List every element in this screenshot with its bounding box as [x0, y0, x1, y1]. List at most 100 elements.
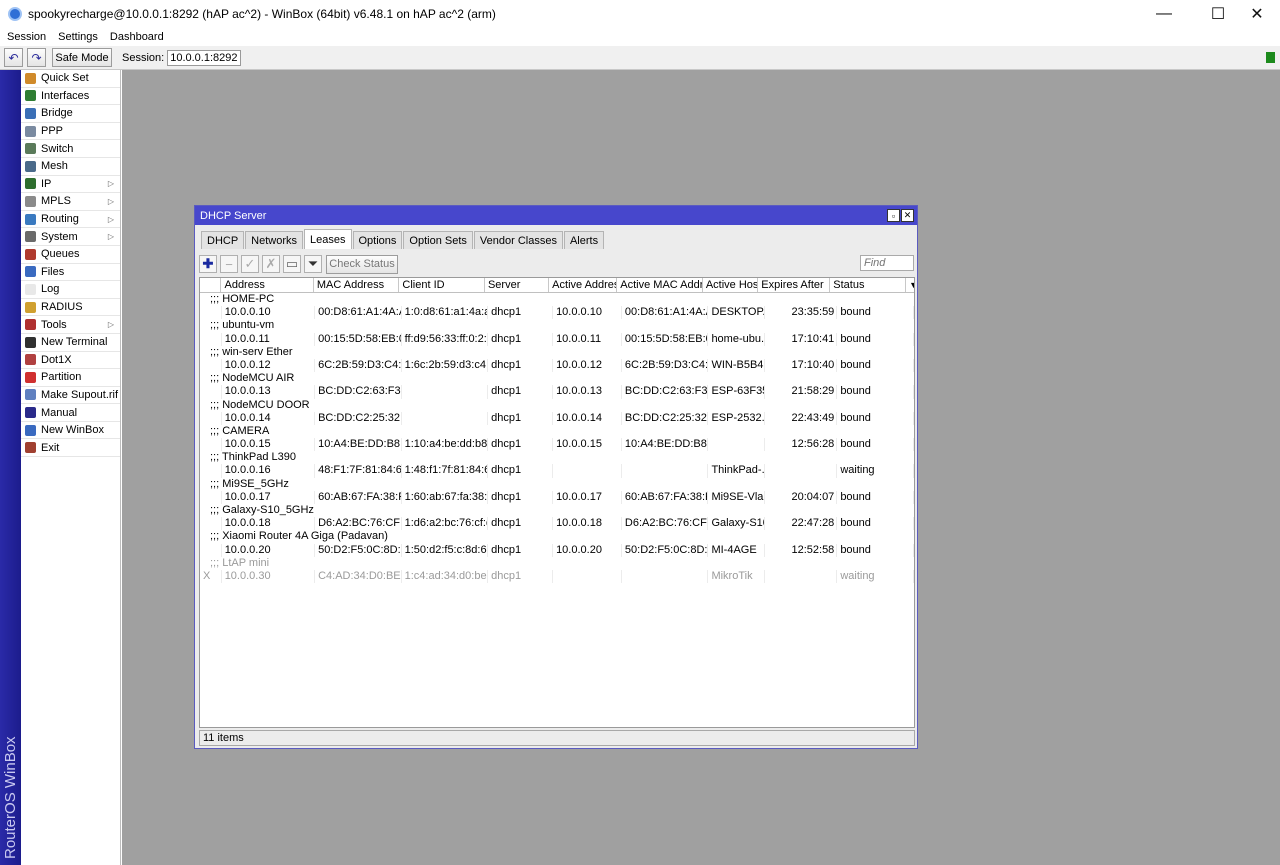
cell-active-address: 10.0.0.13 [553, 385, 622, 399]
lease-comment[interactable]: ;;; Mi9SE_5GHz [200, 478, 914, 491]
cell-active-address: 10.0.0.18 [553, 517, 622, 531]
lease-flag [200, 490, 222, 504]
menu-dashboard[interactable]: Dashboard [110, 31, 164, 43]
column-header[interactable]: Address [221, 278, 314, 292]
sidebar-item-tools[interactable]: Tools ▷ [21, 316, 120, 334]
restore-icon[interactable]: ▫ [887, 209, 900, 222]
tab-dhcp[interactable]: DHCP [201, 231, 245, 249]
cell-expires [765, 464, 838, 478]
column-header[interactable]: MAC Address [314, 278, 400, 292]
lease-comment[interactable]: ;;; HOME-PC [200, 293, 914, 306]
table-row[interactable]: 10.0.0.14BC:DD:C2:25:32:E4dhcp110.0.0.14… [200, 411, 914, 425]
find-input[interactable] [860, 255, 914, 271]
column-header[interactable]: Status [830, 278, 907, 292]
sidebar-item-quick-set[interactable]: Quick Set [21, 70, 120, 88]
comment-button[interactable]: ▭ [283, 255, 301, 273]
sidebar-item-mpls[interactable]: MPLS ▷ [21, 193, 120, 211]
lease-comment[interactable]: ;;; CAMERA [200, 425, 914, 438]
table-row[interactable]: 10.0.0.18D6:A2:BC:76:CF:...1:d6:a2:bc:76… [200, 517, 914, 531]
sidebar-item-partition[interactable]: Partition [21, 369, 120, 387]
sidebar-item-make-supout-rif[interactable]: Make Supout.rif [21, 387, 120, 405]
lease-comment[interactable]: ;;; win-serv Ether [200, 346, 914, 359]
lease-comment[interactable]: ;;; Xiaomi Router 4A Giga (Padavan) [200, 530, 914, 543]
sidebar-item-interfaces[interactable]: Interfaces [21, 88, 120, 106]
enable-lease-button[interactable]: ✓ [241, 255, 259, 273]
cell-client-id: 1:0:d8:61:a1:4a:ad [402, 306, 489, 320]
lease-comment[interactable]: ;;; NodeMCU DOOR [200, 399, 914, 412]
lease-comment[interactable]: ;;; Galaxy-S10_5GHz [200, 504, 914, 517]
column-header[interactable]: Expires After [758, 278, 831, 292]
sidebar-item-files[interactable]: Files [21, 264, 120, 282]
tab-option-sets[interactable]: Option Sets [403, 231, 473, 249]
menu-settings[interactable]: Settings [58, 31, 98, 43]
close-icon[interactable]: ✕ [901, 209, 914, 222]
table-row[interactable]: 10.0.0.13BC:DD:C2:63:F3:55dhcp110.0.0.13… [200, 385, 914, 399]
lease-comment[interactable]: ;;; ThinkPad L390 [200, 451, 914, 464]
sidebar-item-queues[interactable]: Queues [21, 246, 120, 264]
column-header[interactable]: Active Address [549, 278, 618, 292]
cell-server: dhcp1 [488, 569, 554, 584]
redo-button[interactable]: ↷ [27, 48, 46, 67]
table-row[interactable]: X10.0.0.30C4:AD:34:D0:BE:951:c4:ad:34:d0… [200, 569, 914, 584]
close-button[interactable]: ✕ [1234, 0, 1280, 28]
sidebar-item-bridge[interactable]: Bridge [21, 105, 120, 123]
menu-bar: Session Settings Dashboard [0, 28, 1280, 46]
column-header[interactable]: Client ID [399, 278, 485, 292]
tab-leases[interactable]: Leases [304, 229, 352, 249]
sidebar-item-manual[interactable]: Manual [21, 404, 120, 422]
routing-icon [25, 213, 36, 225]
column-header[interactable]: Active Hos... [703, 278, 759, 292]
lease-comment[interactable]: ;;; LtAP mini [200, 557, 914, 570]
table-row[interactable]: 10.0.0.1100:15:5D:58:EB:00ff:d9:56:33:ff… [200, 332, 914, 346]
minimize-button[interactable]: — [1141, 0, 1187, 28]
lease-comment[interactable]: ;;; ubuntu-vm [200, 319, 914, 332]
table-row[interactable]: 10.0.0.2050:D2:F5:0C:8D:6C1:50:d2:f5:c:8… [200, 543, 914, 557]
sidebar-item-ppp[interactable]: PPP [21, 123, 120, 141]
filter-button[interactable]: ⏷ [304, 255, 322, 273]
sidebar-item-dot1x[interactable]: Dot1X [21, 352, 120, 370]
sidebar-menu: Quick Set Interfaces Bridge PPP Switch Mesh IP… [21, 70, 121, 865]
remove-lease-button[interactable]: − [220, 255, 238, 273]
disable-lease-button[interactable]: ✗ [262, 255, 280, 273]
cell-status: bound [837, 490, 914, 504]
column-header[interactable]: Server [485, 278, 550, 292]
sidebar-item-log[interactable]: Log [21, 281, 120, 299]
sidebar-item-new-winbox[interactable]: New WinBox [21, 422, 120, 440]
interfaces-icon [25, 90, 36, 102]
sidebar-item-routing[interactable]: Routing ▷ [21, 211, 120, 229]
undo-button[interactable]: ↶ [4, 48, 23, 67]
cell-status: bound [837, 411, 914, 425]
cell-active-host: ESP-2532... [708, 411, 765, 425]
lease-flag [200, 332, 222, 346]
submenu-arrow-icon: ▷ [107, 232, 114, 242]
sidebar-item-ip[interactable]: IP ▷ [21, 176, 120, 194]
menu-session[interactable]: Session [7, 31, 46, 43]
lease-comment[interactable]: ;;; NodeMCU AIR [200, 372, 914, 385]
sidebar-item-mesh[interactable]: Mesh [21, 158, 120, 176]
cell-status: bound [837, 385, 914, 399]
tab-options[interactable]: Options [352, 231, 403, 249]
table-row[interactable]: 10.0.0.16 48:F1:7F:81:84:6D 1:48:f1:7f:81:… [200, 464, 914, 478]
table-row[interactable]: 10.0.0.126C:2B:59:D3:C4:E51:6c:2b:59:d3:… [200, 358, 914, 373]
lease-flag [200, 358, 222, 373]
sidebar-item-exit[interactable]: Exit [21, 439, 120, 458]
table-row[interactable]: 10.0.0.1760:AB:67:FA:38:FA1:60:ab:67:fa:… [200, 490, 914, 504]
cell-client-id: 1:50:d2:f5:c:8d:6c [402, 543, 489, 557]
sidebar-item-label: Log [41, 283, 60, 296]
tab-networks[interactable]: Networks [245, 231, 304, 249]
column-header[interactable]: Active MAC Addre... [617, 278, 703, 292]
sidebar-item-switch[interactable]: Switch [21, 140, 120, 158]
sidebar-item-system[interactable]: System ▷ [21, 228, 120, 246]
sidebar-item-radius[interactable]: RADIUS [21, 299, 120, 317]
cell-active-mac: 50:D2:F5:0C:8D:6C [622, 543, 709, 557]
add-lease-button[interactable]: ✚ [199, 255, 217, 273]
table-row[interactable]: 10.0.0.1510:A4:BE:DD:B8:241:10:a4:be:dd:… [200, 438, 914, 452]
tab-alerts[interactable]: Alerts [563, 231, 605, 249]
tab-vendor-classes[interactable]: Vendor Classes [473, 231, 563, 249]
check-status-button[interactable]: Check Status [326, 254, 398, 274]
safe-mode-button[interactable]: Safe Mode [52, 48, 112, 67]
sidebar-item-new-terminal[interactable]: New Terminal [21, 334, 120, 352]
table-row[interactable]: 10.0.0.1000:D8:61:A1:4A:AD1:0:d8:61:a1:4… [200, 306, 914, 320]
dhcp-window-titlebar[interactable]: DHCP Server ▫ ✕ [195, 206, 917, 225]
column-chooser-icon[interactable]: ▼ [906, 278, 914, 292]
